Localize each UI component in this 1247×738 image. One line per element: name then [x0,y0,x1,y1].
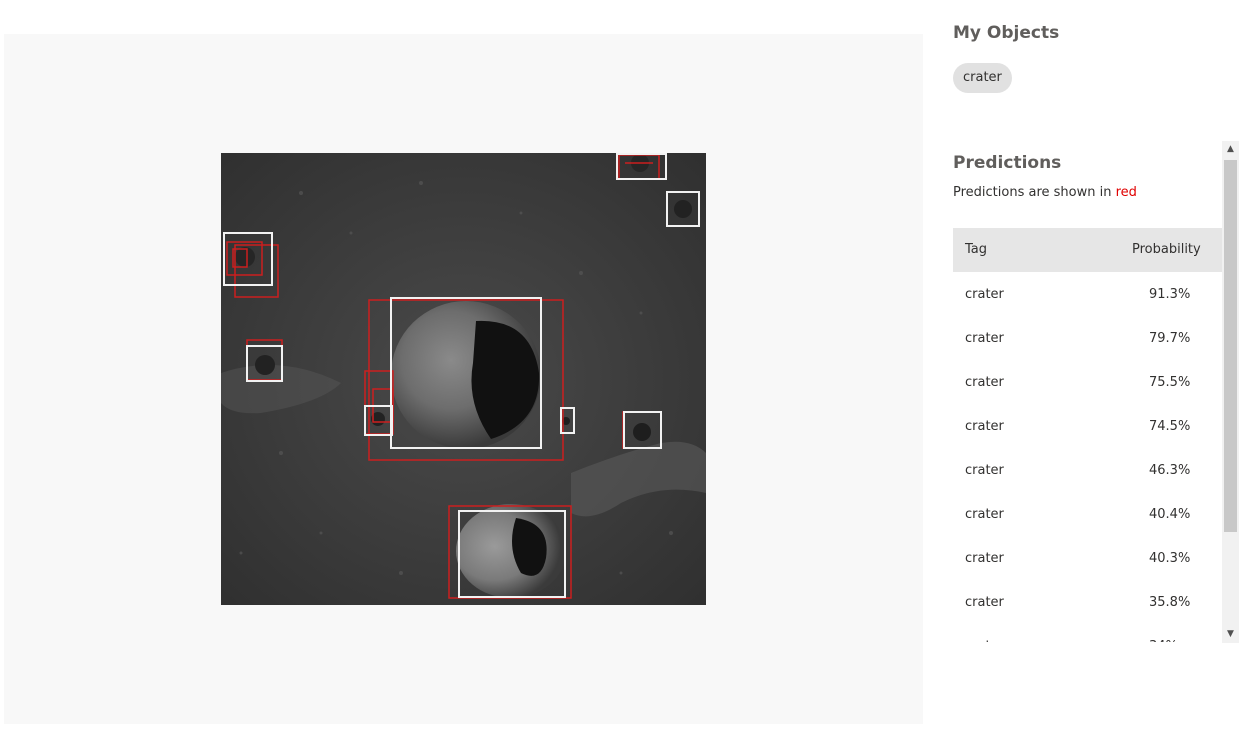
row-probability: 35.8% [1149,595,1191,610]
bounding-box-layer [223,153,700,599]
column-header-probability[interactable]: Probability [1132,242,1222,257]
prediction-box[interactable] [448,505,572,599]
annotation-box[interactable] [246,345,283,382]
annotation-box[interactable] [458,510,566,598]
row-probability: 79.7% [1149,331,1191,346]
prediction-box[interactable] [618,154,660,180]
row-tag: crater [965,331,1004,346]
scrollbar-thumb[interactable] [1224,160,1237,532]
annotation-box[interactable] [223,232,273,286]
table-body: crater 91.3% crater 79.7% crater 75.5% crater 7… [953,272,1222,642]
annotation-box[interactable] [666,191,700,227]
image-canvas-panel [4,34,923,724]
annotation-box[interactable] [623,411,662,449]
prediction-box[interactable] [368,299,564,461]
predictions-note-color-word: red [1115,185,1137,200]
row-tag: crater [965,507,1004,522]
predictions-note-text: Predictions are shown in [953,185,1116,200]
row-tag: crater [965,639,1004,642]
predictions-table: Tag Probability crater 91.3% crater 79.7% cr… [953,228,1222,642]
tag-pill-crater[interactable]: crater [953,63,1012,93]
crater-image[interactable] [221,153,706,605]
table-row[interactable]: crater 91.3% [953,272,1222,316]
table-row[interactable]: crater 79.7% [953,316,1222,360]
table-header: Tag Probability [953,228,1222,272]
column-header-tag[interactable]: Tag [965,242,987,257]
row-tag: crater [965,463,1004,478]
right-panel: My Objects crater Predictions Prediction… [953,0,1247,738]
row-probability: 74.5% [1149,419,1191,434]
chevron-up-icon[interactable]: ▲ [1222,141,1239,158]
row-tag: crater [965,375,1004,390]
predictions-scrollbar[interactable]: ▲ ▼ [1222,141,1239,643]
row-tag: crater [965,419,1004,434]
row-probability: 40.4% [1149,507,1191,522]
predictions-title: Predictions [953,153,1062,173]
table-row[interactable]: crater 34% [953,624,1222,642]
my-objects-title: My Objects [953,23,1060,43]
row-probability: 40.3% [1149,551,1191,566]
chevron-down-icon[interactable]: ▼ [1222,626,1239,643]
row-probability: 34% [1149,639,1178,642]
table-row[interactable]: crater 40.3% [953,536,1222,580]
table-row[interactable]: crater 74.5% [953,404,1222,448]
row-tag: crater [965,551,1004,566]
annotation-box[interactable] [390,297,542,449]
row-probability: 75.5% [1149,375,1191,390]
table-row[interactable]: crater 75.5% [953,360,1222,404]
predictions-note: Predictions are shown in red [953,185,1137,200]
table-row[interactable]: crater 35.8% [953,580,1222,624]
row-tag: crater [965,595,1004,610]
row-tag: crater [965,287,1004,302]
row-probability: 91.3% [1149,287,1191,302]
prediction-box[interactable] [622,411,662,449]
row-probability: 46.3% [1149,463,1191,478]
table-row[interactable]: crater 40.4% [953,492,1222,536]
table-row[interactable]: crater 46.3% [953,448,1222,492]
